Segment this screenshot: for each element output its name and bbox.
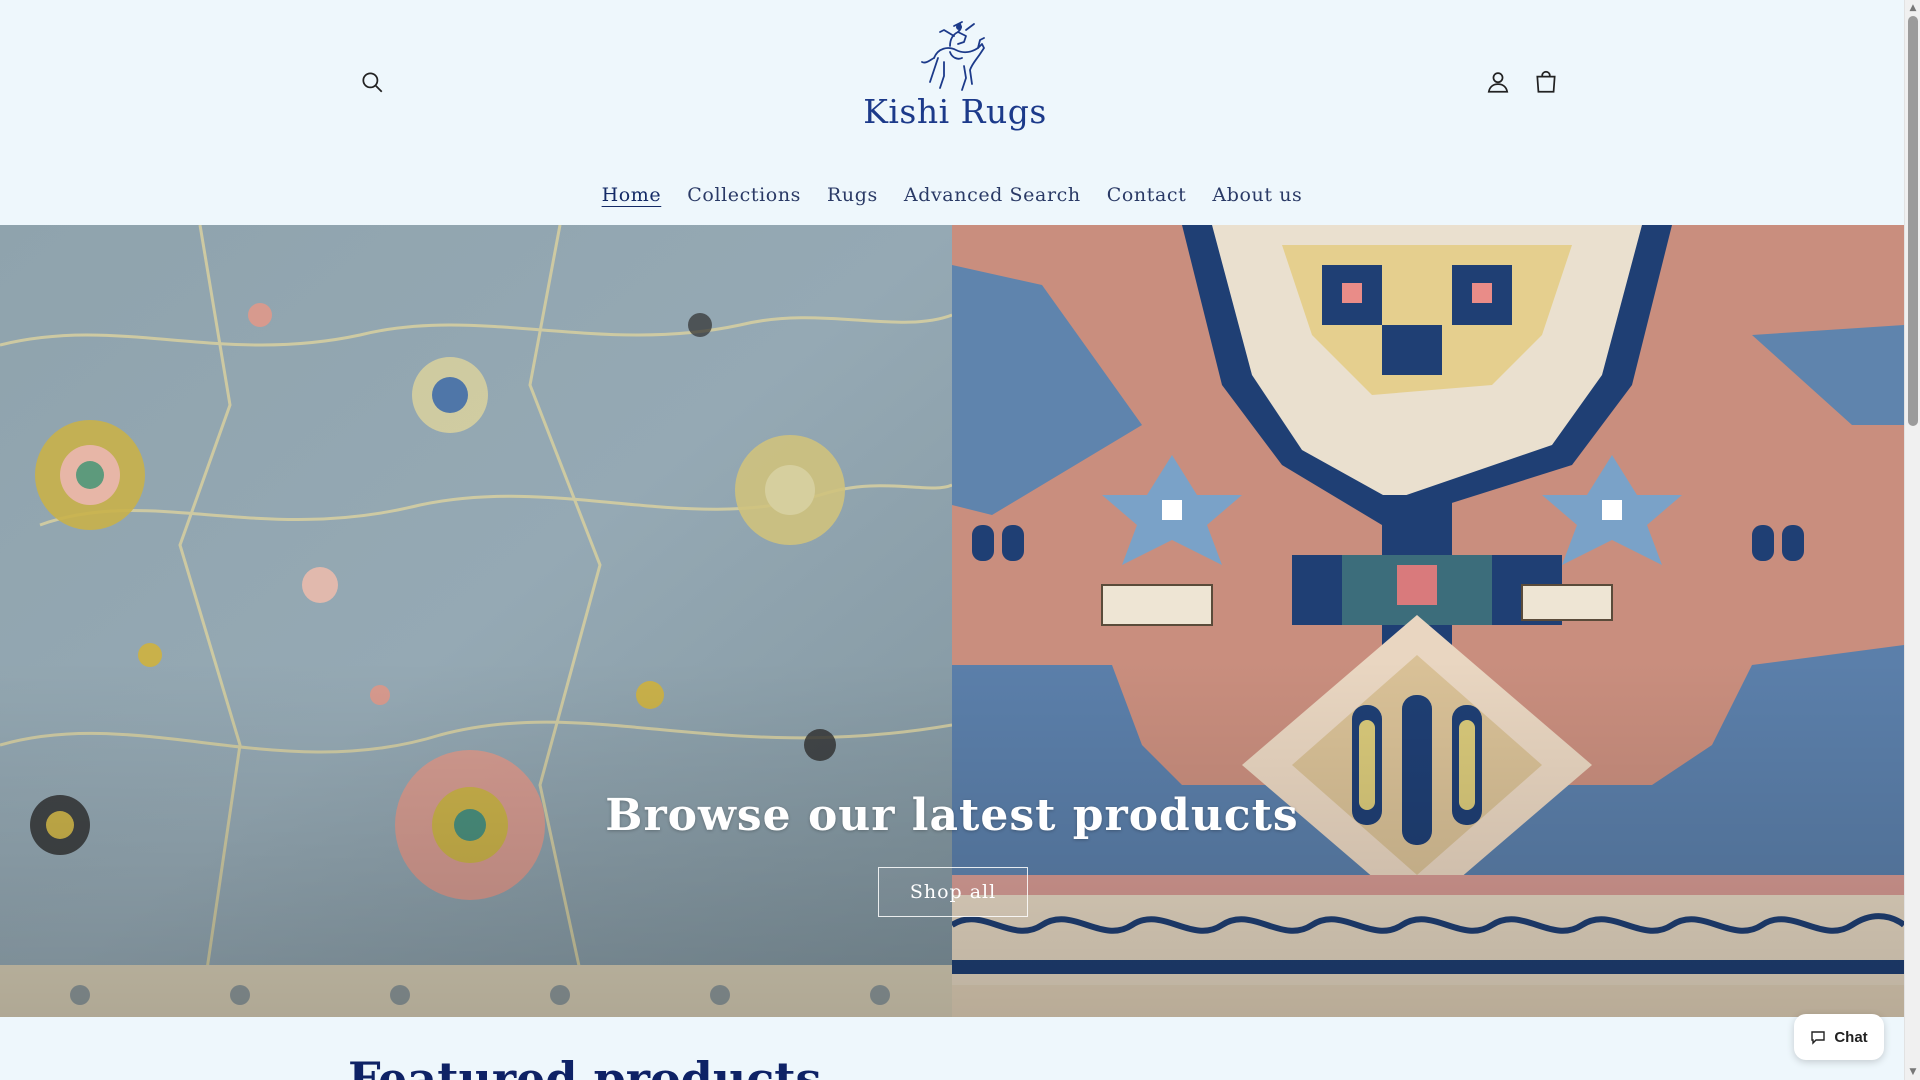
chat-bubble-icon xyxy=(1811,1031,1826,1045)
nav-item-about-us[interactable]: About us xyxy=(1199,184,1315,206)
chat-label: Chat xyxy=(1834,1028,1868,1046)
user-icon xyxy=(1487,72,1509,93)
nav-item-rugs[interactable]: Rugs xyxy=(814,184,891,206)
search-button[interactable] xyxy=(350,60,394,104)
cart-button[interactable] xyxy=(1524,60,1568,104)
nav-item-collections[interactable]: Collections xyxy=(674,184,814,206)
site-logo[interactable]: Kishi Rugs xyxy=(860,18,1050,131)
hero-title: Browse our latest products xyxy=(605,790,1299,841)
page-scrollbar[interactable]: ▲ ▼ xyxy=(1904,0,1920,1080)
cart-icon xyxy=(1536,70,1556,93)
nav-item-advanced-search[interactable]: Advanced Search xyxy=(891,184,1094,206)
featured-products-heading: Featured products xyxy=(348,1052,822,1080)
search-icon xyxy=(362,72,383,93)
hero-banner: Browse our latest products Shop all xyxy=(0,225,1904,1017)
scroll-up-arrow-icon[interactable]: ▲ xyxy=(1905,0,1920,16)
scrollbar-thumb[interactable] xyxy=(1908,16,1918,426)
horse-rider-logo xyxy=(921,21,985,91)
account-button[interactable] xyxy=(1476,60,1520,104)
shop-all-button[interactable]: Shop all xyxy=(878,867,1028,917)
main-navigation: Home Collections Rugs Advanced Search Co… xyxy=(0,184,1904,206)
nav-item-home[interactable]: Home xyxy=(589,184,675,206)
nav-item-contact[interactable]: Contact xyxy=(1094,184,1200,206)
scroll-down-arrow-icon[interactable]: ▼ xyxy=(1905,1064,1920,1080)
site-header: Kishi Rugs Home Collections Rugs Advance… xyxy=(0,0,1904,225)
chat-button[interactable]: Chat xyxy=(1794,1014,1884,1060)
brand-name: Kishi Rugs xyxy=(863,92,1047,131)
